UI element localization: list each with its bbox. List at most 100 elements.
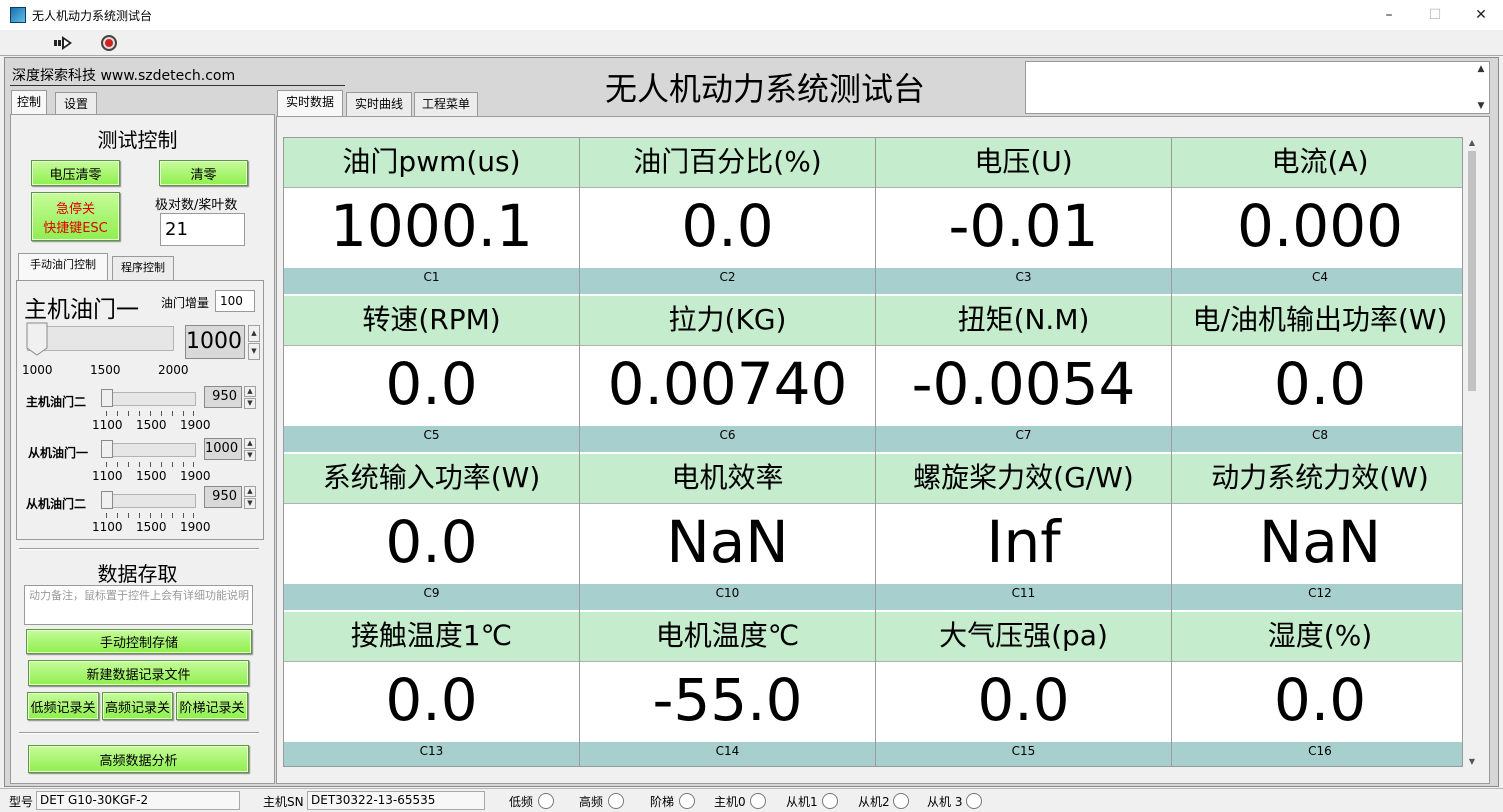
data-cell: 电机效率 NaN C10 (580, 454, 876, 612)
data-cell-code: C6 (580, 426, 875, 452)
data-cell-label: 转速(RPM) (284, 296, 579, 346)
data-cell-value: 0.0 (284, 662, 579, 742)
model-value: DET G10-30KGF-2 (36, 791, 240, 810)
manual-save-button[interactable]: 手动控制存储 (26, 629, 252, 654)
high-freq-record-button[interactable]: 高频记录关 (102, 692, 173, 720)
data-cell-label: 拉力(KG) (580, 296, 875, 346)
data-cell-code: C3 (876, 268, 1171, 294)
data-cell-code: C10 (580, 584, 875, 610)
data-cell-code: C5 (284, 426, 579, 452)
data-cell-value: NaN (580, 504, 875, 584)
close-button[interactable]: ✕ (1458, 0, 1503, 30)
data-cell-label: 电机温度℃ (580, 612, 875, 662)
tick-label: 1500 (136, 418, 167, 432)
high-freq-analysis-button[interactable]: 高频数据分析 (28, 745, 249, 773)
scroll-up-icon[interactable]: ▲ (1475, 64, 1487, 74)
indicator-label: 从机1 (786, 795, 818, 809)
data-cell-value: 0.0 (1172, 346, 1462, 426)
tab-realtime-curve[interactable]: 实时曲线 (346, 92, 412, 116)
tab-manual-throttle[interactable]: 手动油门控制 (18, 253, 108, 281)
spin-up-icon[interactable]: ▲ (244, 438, 256, 449)
data-cell-label: 油门百分比(%) (580, 138, 875, 188)
spin-down-icon[interactable]: ▼ (244, 498, 256, 509)
emergency-stop-button[interactable]: 急停关 快捷键ESC (31, 192, 120, 241)
main-throttle-1-slider[interactable] (27, 326, 174, 351)
spin-down-icon[interactable]: ▼ (244, 450, 256, 461)
spin-down-icon[interactable]: ▼ (248, 343, 260, 360)
slave-throttle-2-slider-thumb[interactable] (101, 491, 113, 509)
slave-throttle-1-slider[interactable] (101, 443, 196, 457)
status-bar: 型号 DET G10-30KGF-2 主机SN DET30322-13-6553… (0, 788, 1503, 812)
main-throttle-2-value[interactable]: 950 (204, 386, 242, 408)
data-cell: 接触温度1℃ 0.0 C13 (284, 612, 580, 766)
data-cell-code: C9 (284, 584, 579, 610)
indicator-label: 阶梯 (650, 795, 675, 809)
indicator-led (750, 793, 766, 809)
grid-scrollbar[interactable]: ▲ ▼ (1465, 137, 1479, 767)
realtime-data-grid: 油门pwm(us) 1000.1 C1 油门百分比(%) 0.0 C2 电压(U) -0.01… (283, 137, 1463, 767)
scroll-down-icon[interactable]: ▼ (1465, 757, 1479, 766)
slave-throttle-2-slider[interactable] (101, 494, 196, 508)
pole-count-input[interactable]: 21 (160, 213, 245, 246)
spin-up-icon[interactable]: ▲ (244, 486, 256, 497)
zero-voltage-button[interactable]: 电压清零 (31, 160, 120, 186)
data-cell: 动力系统力效(W) NaN C12 (1172, 454, 1462, 612)
app-icon (10, 7, 26, 23)
tick-label: 1500 (90, 363, 121, 377)
new-data-file-button[interactable]: 新建数据记录文件 (28, 660, 249, 686)
scrollbar-thumb[interactable] (1468, 151, 1476, 391)
spin-up-icon[interactable]: ▲ (248, 325, 260, 342)
scroll-down-icon[interactable]: ▼ (1475, 101, 1487, 111)
indicator-led (538, 793, 554, 809)
toolbar (0, 30, 1503, 56)
data-cell-label: 电流(A) (1172, 138, 1462, 188)
data-cell-value: 1000.1 (284, 188, 579, 268)
spin-down-icon[interactable]: ▼ (244, 398, 256, 409)
main-throttle-1-slider-thumb[interactable] (26, 322, 48, 356)
main-throttle-1-value[interactable]: 1000 (185, 325, 245, 359)
data-cell: 油门pwm(us) 1000.1 C1 (284, 138, 580, 296)
tick-label: 1100 (92, 469, 123, 483)
data-cell-label: 电机效率 (580, 454, 875, 504)
minimize-button[interactable]: – (1366, 0, 1412, 30)
step-record-button[interactable]: 阶梯记录关 (176, 692, 248, 720)
company-label: 深度探索科技 www.szdetech.com (10, 64, 345, 86)
slave-throttle-1-slider-thumb[interactable] (101, 440, 113, 458)
estop-label: 急停关 (55, 201, 95, 217)
data-cell-value: 0.00740 (580, 346, 875, 426)
spin-up-icon[interactable]: ▲ (244, 386, 256, 397)
stop-icon[interactable] (101, 35, 117, 51)
maximize-button[interactable]: ☐ (1412, 0, 1458, 30)
tab-engineering-menu[interactable]: 工程菜单 (414, 92, 478, 116)
sn-label: 主机SN (263, 795, 304, 809)
data-cell-code: C11 (876, 584, 1171, 610)
low-freq-record-button[interactable]: 低频记录关 (27, 692, 99, 720)
data-cell-code: C14 (580, 742, 875, 766)
tab-settings[interactable]: 设置 (55, 92, 97, 116)
tab-control[interactable]: 控制 (11, 90, 47, 116)
data-cell-code: C16 (1172, 742, 1462, 766)
main-throttle-2-slider[interactable] (101, 392, 196, 406)
slave-throttle-1-value[interactable]: 1000 (204, 438, 242, 460)
tick-marks (106, 411, 194, 416)
tab-realtime-data[interactable]: 实时数据 (277, 90, 343, 116)
indicator-led (679, 793, 695, 809)
tick-label: 1000 (22, 363, 53, 377)
main-throttle-2-slider-thumb[interactable] (101, 389, 113, 407)
indicator-label: 高频 (579, 795, 604, 809)
slave-throttle-2-value[interactable]: 950 (204, 486, 242, 508)
data-cell: 大气压强(pa) 0.0 C15 (876, 612, 1172, 766)
data-cell-label: 湿度(%) (1172, 612, 1462, 662)
tab-program-control[interactable]: 程序控制 (112, 256, 174, 280)
message-box[interactable]: ▲ ▼ (1025, 61, 1490, 114)
data-cell: 电机温度℃ -55.0 C14 (580, 612, 876, 766)
scroll-up-icon[interactable]: ▲ (1465, 138, 1479, 147)
zero-button[interactable]: 清零 (159, 160, 248, 186)
throttle-increment-input[interactable]: 100 (215, 290, 255, 312)
data-cell-label: 接触温度1℃ (284, 612, 579, 662)
estop-shortcut-label: 快捷键ESC (43, 220, 108, 236)
note-input[interactable]: 动力备注，鼠标置于控件上会有详细功能说明 (24, 585, 253, 625)
indicator-label: 低频 (509, 795, 534, 809)
data-cell-label: 动力系统力效(W) (1172, 454, 1462, 504)
run-arrow-icon[interactable] (54, 36, 72, 50)
